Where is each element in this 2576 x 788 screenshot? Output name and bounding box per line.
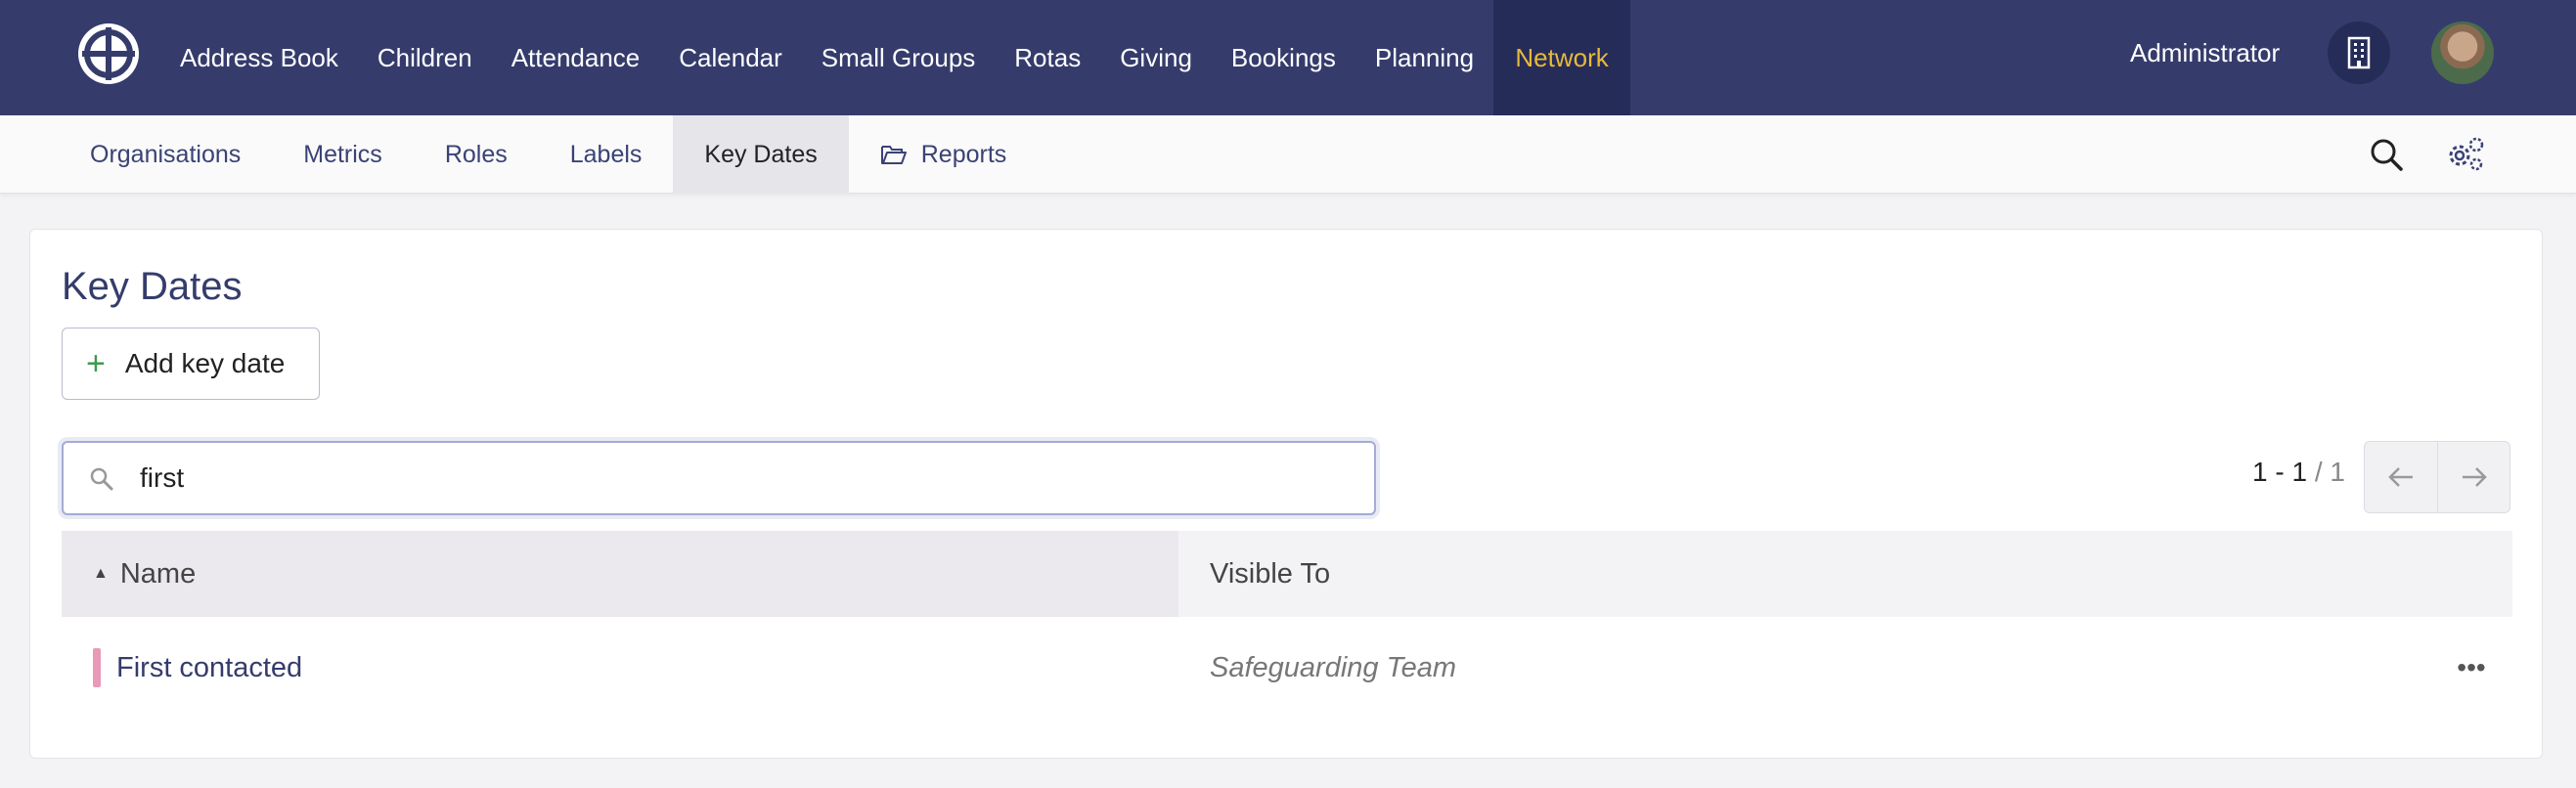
previous-page-button[interactable] [2365, 442, 2437, 512]
row-actions-menu-icon[interactable]: ••• [2452, 650, 2491, 685]
column-header-name[interactable]: ▲ Name [62, 531, 1178, 617]
nav-small-groups[interactable]: Small Groups [802, 0, 996, 115]
column-header-name-label: Name [119, 557, 197, 590]
sub-navbar: Organisations Metrics Roles Labels Key D… [0, 115, 2576, 194]
nav-network[interactable]: Network [1493, 0, 1631, 115]
nav-calendar[interactable]: Calendar [659, 0, 802, 115]
nav-rotas[interactable]: Rotas [995, 0, 1100, 115]
pagination-summary: 1 - 1 / 1 [2252, 457, 2345, 488]
key-date-visible-to: Safeguarding Team [1210, 651, 1457, 683]
add-key-date-button[interactable]: + Add key date [62, 328, 320, 400]
settings-button[interactable] [2443, 133, 2486, 176]
user-role-label[interactable]: Administrator [2130, 0, 2280, 106]
add-key-date-label: Add key date [124, 348, 286, 378]
nav-giving[interactable]: Giving [1100, 0, 1212, 115]
page-title: Key Dates [62, 265, 243, 308]
arrow-left-icon [2388, 467, 2413, 487]
subnav-reports-label: Reports [920, 140, 1007, 168]
gears-icon [2449, 137, 2484, 171]
organisation-button[interactable] [2328, 22, 2390, 84]
sort-ascending-icon: ▲ [93, 565, 109, 582]
search-icon [90, 467, 113, 491]
nav-address-book[interactable]: Address Book [160, 0, 358, 115]
arrow-right-icon [2462, 467, 2487, 487]
subnav-labels[interactable]: Labels [539, 115, 674, 194]
subnav-metrics[interactable]: Metrics [272, 115, 414, 194]
nav-children[interactable]: Children [358, 0, 492, 115]
key-dates-card: Key Dates + Add key date 1 - 1 / 1 [29, 229, 2543, 759]
subnav-key-dates[interactable]: Key Dates [673, 115, 849, 194]
column-header-visible-to[interactable]: Visible To [1178, 531, 2512, 617]
pagination-total: / 1 [2314, 457, 2345, 487]
building-icon [2347, 36, 2371, 69]
key-date-color-marker [93, 648, 101, 687]
global-search-button[interactable] [2365, 133, 2408, 176]
user-avatar[interactable] [2431, 22, 2494, 84]
pagination-range: 1 - 1 [2252, 457, 2308, 487]
subnav-reports[interactable]: Reports [849, 115, 1039, 194]
search-box[interactable] [62, 441, 1376, 515]
main-nav: Address Book Children Attendance Calenda… [160, 0, 1631, 115]
subnav-organisations[interactable]: Organisations [59, 115, 272, 194]
app-logo-icon[interactable] [76, 22, 141, 86]
folder-open-icon [880, 146, 907, 164]
nav-attendance[interactable]: Attendance [492, 0, 660, 115]
table-row[interactable]: First contacted Safeguarding Team ••• [62, 617, 2512, 719]
search-icon [2371, 139, 2403, 171]
nav-planning[interactable]: Planning [1355, 0, 1493, 115]
nav-bookings[interactable]: Bookings [1212, 0, 1355, 115]
top-navbar: Address Book Children Attendance Calenda… [0, 0, 2576, 115]
table-header: ▲ Name Visible To [62, 531, 2512, 617]
next-page-button[interactable] [2437, 442, 2509, 512]
search-input[interactable] [140, 453, 1353, 503]
subnav-roles[interactable]: Roles [414, 115, 539, 194]
key-date-name-link[interactable]: First contacted [116, 617, 302, 719]
plus-icon: + [86, 345, 106, 382]
pagination-controls [2364, 441, 2510, 513]
